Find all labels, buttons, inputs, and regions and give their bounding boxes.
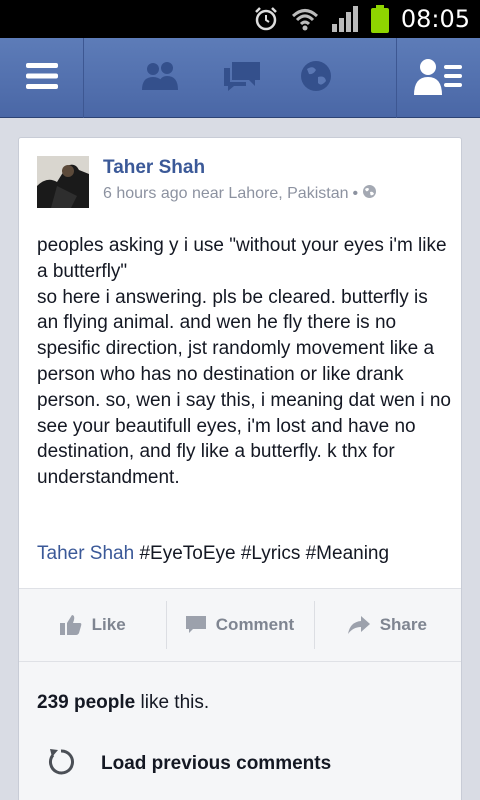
alarm-icon bbox=[253, 6, 279, 32]
thumbs-up-icon bbox=[59, 615, 82, 635]
likes-count: 239 people bbox=[37, 692, 136, 713]
post-meta: 6 hours ago near Lahore, Pakistan • bbox=[103, 184, 377, 204]
share-button[interactable]: Share bbox=[313, 589, 461, 661]
friend-requests-icon bbox=[413, 57, 464, 100]
post-tags: Taher Shah #EyeToEye #Lyrics #Meaning bbox=[37, 543, 389, 565]
post-author[interactable]: Taher Shah bbox=[103, 157, 205, 179]
reload-icon bbox=[47, 747, 75, 780]
post-body: peoples asking y i use "without your eye… bbox=[37, 235, 452, 489]
friend-requests-button[interactable] bbox=[396, 38, 480, 118]
top-navbar bbox=[0, 38, 480, 118]
feedback-area: 239 people like this. Load previous comm… bbox=[19, 662, 461, 800]
menu-icon bbox=[24, 61, 60, 96]
battery-icon bbox=[370, 5, 389, 33]
post-time[interactable]: 6 hours ago near Lahore, Pakistan bbox=[103, 185, 349, 203]
load-previous-label: Load previous comments bbox=[101, 752, 332, 774]
load-previous-comments-button[interactable]: Load previous comments bbox=[47, 747, 331, 780]
share-label: Share bbox=[379, 615, 427, 634]
meta-separator: • bbox=[352, 185, 359, 202]
signal-icon bbox=[331, 6, 359, 32]
privacy-globe-icon bbox=[362, 184, 377, 204]
comment-icon bbox=[185, 616, 206, 634]
friends-icon bbox=[140, 60, 180, 97]
friends-button[interactable] bbox=[130, 38, 190, 118]
wifi-icon bbox=[291, 7, 319, 31]
likes-summary[interactable]: 239 people like this. bbox=[37, 692, 209, 714]
comment-button[interactable]: Comment bbox=[166, 589, 313, 661]
avatar[interactable] bbox=[37, 156, 89, 208]
hashtags[interactable]: #EyeToEye #Lyrics #Meaning bbox=[139, 543, 389, 564]
clock-time: 08:05 bbox=[400, 5, 470, 33]
globe-icon bbox=[299, 59, 333, 98]
notifications-button[interactable] bbox=[286, 38, 346, 118]
comment-label: Comment bbox=[215, 615, 295, 634]
status-bar: 08:05 bbox=[0, 0, 480, 38]
messages-icon bbox=[222, 60, 262, 97]
like-label: Like bbox=[91, 615, 126, 634]
post-card: Taher Shah 6 hours ago near Lahore, Paki… bbox=[18, 137, 462, 800]
like-button[interactable]: Like bbox=[19, 589, 166, 661]
post-actions: Like Comment Share bbox=[19, 588, 461, 662]
menu-button[interactable] bbox=[0, 38, 84, 118]
share-icon bbox=[347, 616, 370, 634]
tagged-name[interactable]: Taher Shah bbox=[37, 543, 134, 564]
likes-suffix: like this. bbox=[135, 692, 210, 713]
messages-button[interactable] bbox=[212, 38, 272, 118]
